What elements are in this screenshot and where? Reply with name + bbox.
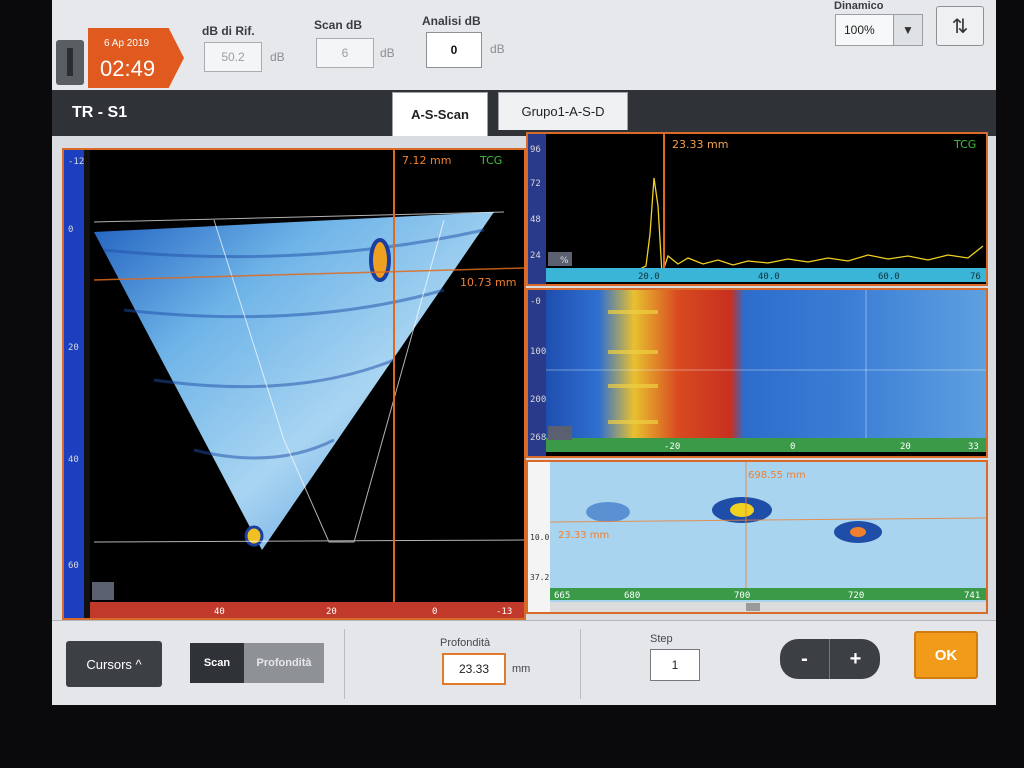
cscan-axis-left-1: 37.2 — [530, 573, 549, 582]
cscan-scroll-thumb[interactable] — [746, 603, 760, 611]
time-text: 02:49 — [100, 56, 156, 81]
sscan-axis-bottom-2: 0 — [432, 607, 437, 617]
minus-button[interactable]: - — [780, 639, 830, 679]
bscan-panel[interactable]: -0 100 200 268 -20 0 20 33 — [526, 288, 988, 458]
sscan-indication — [244, 525, 264, 547]
ascan-view: 96 72 48 24 23.33 mm TCG 20.0 40.0 60.0 … — [528, 134, 986, 284]
sscan-axis-left-1: 0 — [68, 225, 73, 235]
ascan-axis-bottom-0: 20.0 — [638, 272, 660, 282]
dinamico-select[interactable]: 100% ▼ — [835, 14, 923, 46]
zoom-icon[interactable] — [92, 582, 114, 600]
ascan-tcg-label: TCG — [953, 138, 976, 151]
plus-button[interactable]: + — [831, 639, 880, 679]
profondita-unit: mm — [512, 663, 531, 675]
ascan-axis-bottom-2: 60.0 — [878, 272, 900, 282]
tab-a-s-scan[interactable]: A-S-Scan — [392, 92, 488, 136]
sscan-axis-bottom-1: 20 — [326, 607, 337, 617]
ok-button[interactable]: OK — [914, 631, 978, 679]
scan-toggle[interactable]: Scan — [190, 643, 244, 683]
analisi-db-unit: dB — [490, 42, 505, 56]
sscan-axis-left-4: 60 — [68, 561, 79, 571]
sscan-tcg-label: TCG — [479, 154, 502, 167]
cscan-axis-bottom-0: 665 — [554, 591, 570, 601]
ascan-signal-trace — [567, 177, 984, 278]
divider — [580, 629, 581, 699]
ascan-axis-left-2: 48 — [530, 215, 541, 225]
bscan-axis-bottom-2: 20 — [900, 442, 911, 452]
menu-handle-icon[interactable] — [56, 40, 84, 85]
step-input[interactable]: 1 — [650, 649, 700, 681]
cscan-axis-bottom-2: 700 — [734, 591, 750, 601]
cscan-left-label: 23.33 mm — [558, 530, 609, 541]
scan-db-field[interactable]: 6 — [316, 38, 374, 68]
bscan-axis-bottom-1: 0 — [790, 442, 795, 452]
swap-arrows-icon[interactable]: ⇅ — [936, 6, 984, 46]
sscan-axis-left-0: -12 — [68, 157, 84, 167]
date-text: 6 Ap 2019 — [104, 38, 150, 49]
bscan-axis-bottom-3: 33 — [968, 442, 979, 452]
dinamico-label: Dinamico — [834, 0, 884, 12]
tab-grupo1-a-s-d[interactable]: Grupo1-A-S-D — [498, 92, 628, 130]
bscan-axis-left-2: 200 — [530, 395, 546, 405]
sscan-axis-bottom-3: -13 — [496, 607, 512, 617]
sscan-depth-label: 10.73 mm — [460, 276, 516, 289]
dinamico-value: 100% — [844, 23, 875, 37]
bottom-bar: Cursors ^ Scan Profondità Profondità 23.… — [52, 620, 996, 705]
cscan-axis-bottom-1: 680 — [624, 591, 640, 601]
ascan-axis-left-0: 96 — [530, 145, 541, 155]
bscan-axis-bottom-0: -20 — [664, 442, 680, 452]
bscan-axis-left-1: 100 — [530, 347, 546, 357]
cscan-axis-bottom-3: 720 — [848, 591, 864, 601]
title-row: TR - S1 A-S-Scan Grupo1-A-S-D — [52, 90, 996, 136]
bscan-axis-left-0: -0 — [530, 297, 541, 307]
cscan-axis-bottom-4: 741 — [964, 591, 980, 601]
scan-db-label: Scan dB — [314, 18, 363, 32]
profondita-label: Profondità — [440, 637, 491, 649]
sscan-axis-left-2: 20 — [68, 343, 79, 353]
profondita-input[interactable]: 23.33 — [442, 653, 506, 685]
device-screen: 6 Ap 2019 02:49 dB di Rif. 50.2 dB Scan … — [52, 0, 996, 705]
sscan-indication — [369, 238, 391, 282]
chevron-down-icon[interactable]: ▼ — [893, 15, 922, 45]
sscan-cursor-label: 7.12 mm — [402, 154, 451, 167]
profondita-toggle[interactable]: Profondità — [244, 643, 324, 683]
cursors-button[interactable]: Cursors ^ — [66, 641, 162, 687]
ascan-axis-left-3: 24 — [530, 251, 541, 261]
cscan-axis-left-0: 10.0 — [530, 533, 549, 542]
bscan-axis-left-3: 268 — [530, 433, 546, 443]
analisi-db-field[interactable]: 0 — [426, 32, 482, 68]
cscan-view: 10.0 37.2 698.55 mm 23.33 mm 665 680 700… — [528, 462, 986, 612]
ascan-gate-label: % — [560, 256, 569, 266]
cscan-panel[interactable]: 10.0 37.2 698.55 mm 23.33 mm 665 680 700… — [526, 460, 988, 614]
date-time-badge: 6 Ap 2019 02:49 — [88, 28, 184, 88]
step-stepper: - + — [780, 639, 880, 679]
sscan-axis-bottom-0: 40 — [214, 607, 225, 617]
step-label: Step — [650, 633, 673, 645]
sscan-axis-left-3: 40 — [68, 455, 79, 465]
zoom-icon[interactable] — [548, 426, 572, 440]
top-bar: 6 Ap 2019 02:49 dB di Rif. 50.2 dB Scan … — [52, 0, 996, 91]
ascan-axis-bottom-3: 76 — [970, 272, 981, 282]
sscan-panel[interactable]: -12 0 20 40 60 40 20 0 -13 7.12 mm TCG 1… — [62, 148, 526, 620]
ascan-axis-bottom-1: 40.0 — [758, 272, 780, 282]
page-title: TR - S1 — [72, 104, 128, 121]
db-rif-unit: dB — [270, 50, 285, 64]
analisi-db-label: Analisi dB — [422, 14, 481, 28]
sscan-view: -12 0 20 40 60 40 20 0 -13 7.12 mm TCG 1… — [64, 150, 524, 618]
cscan-top-label: 698.55 mm — [748, 470, 806, 481]
scan-db-unit: dB — [380, 46, 395, 60]
db-rif-label: dB di Rif. — [202, 24, 255, 38]
bscan-view: -0 100 200 268 -20 0 20 33 — [528, 290, 986, 456]
ascan-panel[interactable]: 96 72 48 24 23.33 mm TCG 20.0 40.0 60.0 … — [526, 132, 988, 286]
divider — [344, 629, 345, 699]
cscan-scrollbar[interactable] — [550, 602, 986, 612]
db-rif-field[interactable]: 50.2 — [204, 42, 262, 72]
ascan-cursor-label: 23.33 mm — [672, 138, 728, 151]
ascan-axis-left-1: 72 — [530, 179, 541, 189]
